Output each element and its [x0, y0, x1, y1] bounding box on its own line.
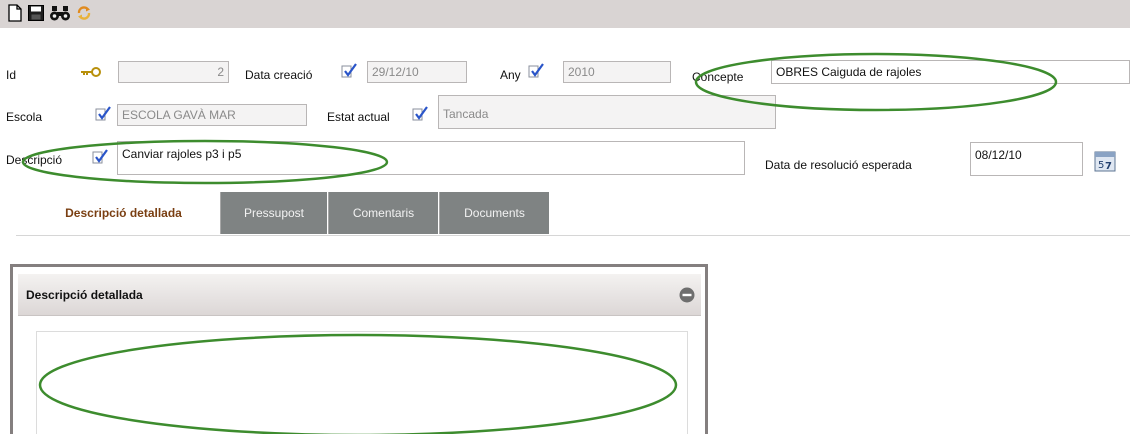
new-document-icon[interactable]: [6, 4, 24, 22]
collapse-icon[interactable]: [679, 287, 695, 303]
any-label: Any: [500, 68, 521, 82]
svg-text:7: 7: [1105, 161, 1112, 172]
tab-descripcio-detallada[interactable]: Descripció detallada: [30, 192, 217, 234]
toolbar: [0, 0, 1130, 28]
panel-title: Descripció detallada: [26, 288, 143, 302]
descripcio-input[interactable]: Canviar rajoles p3 i p5: [117, 141, 745, 175]
escola-field: ESCOLA GAVÀ MAR: [117, 104, 307, 126]
any-field: 2010: [563, 61, 671, 83]
id-label: Id: [6, 68, 17, 82]
tab-documents[interactable]: Documents: [439, 192, 549, 234]
escola-label: Escola: [6, 110, 43, 124]
data-creacio-field: 29/12/10: [367, 61, 467, 83]
estat-actual-field: Tancada: [438, 95, 776, 129]
checkmark-icon: [92, 149, 108, 164]
tab-pressupost[interactable]: Pressupost: [220, 192, 327, 234]
id-field: 2: [118, 61, 229, 83]
concepte-input[interactable]: OBRES Caiguda de rajoles: [771, 60, 1130, 84]
tab-comentaris[interactable]: Comentaris: [328, 192, 438, 234]
svg-text:5: 5: [1098, 160, 1104, 171]
data-creacio-label: Data creació: [245, 68, 313, 82]
descripcio-label: Descripció: [6, 153, 63, 167]
tabs-divider: [16, 235, 1130, 236]
estat-actual-label: Estat actual: [327, 110, 390, 124]
descripcio-detallada-panel: Descripció detallada: [10, 264, 708, 434]
detailed-description-editor[interactable]: [36, 331, 688, 434]
data-resolucio-label: Data de resolució esperada: [765, 158, 912, 172]
data-resolucio-input[interactable]: 08/12/10: [970, 142, 1083, 176]
panel-header: Descripció detallada: [18, 274, 701, 316]
checkmark-icon: [95, 106, 111, 121]
checkmark-icon: [412, 106, 428, 121]
save-icon[interactable]: [27, 4, 45, 22]
calendar-icon[interactable]: 5 7: [1094, 150, 1116, 172]
binoculars-icon[interactable]: [49, 4, 71, 22]
refresh-icon[interactable]: [75, 4, 93, 22]
key-icon: [81, 67, 101, 77]
concepte-label: Concepte: [692, 70, 744, 84]
checkmark-icon: [528, 63, 544, 78]
checkmark-icon: [341, 63, 357, 78]
